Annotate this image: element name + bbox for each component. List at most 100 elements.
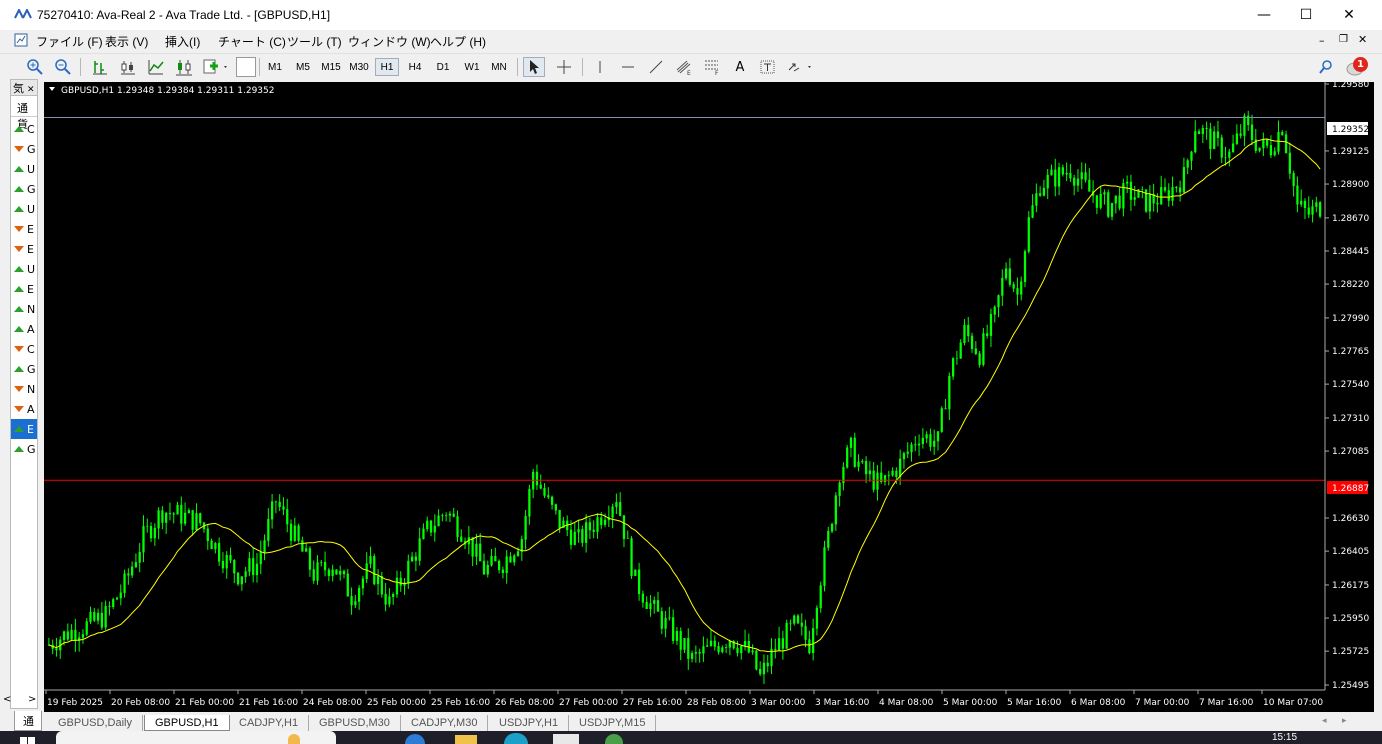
market-watch-item[interactable]: N (14, 379, 40, 399)
minimize-button[interactable]: — (1241, 0, 1287, 30)
market-watch-item[interactable]: G (14, 439, 40, 459)
vertical-line-icon[interactable] (589, 57, 611, 77)
arrows-dropdown-icon[interactable] (785, 57, 815, 77)
market-watch-title: 気 (13, 82, 24, 95)
time-tick-label: 25 Feb 00:00 (367, 698, 426, 708)
text-label-icon[interactable] (757, 57, 779, 77)
time-tick-label: 7 Mar 00:00 (1135, 698, 1190, 708)
market-watch-item[interactable]: E (11, 419, 37, 439)
timeframe-w1[interactable]: W1 (460, 58, 484, 76)
menu-tools[interactable]: ツール (T) (287, 33, 342, 50)
timeframe-m30[interactable]: M30 (346, 58, 372, 76)
market-watch-item[interactable]: U (14, 199, 40, 219)
menu-insert[interactable]: 挿入(I) (165, 33, 200, 50)
tab-usdjpy-h1[interactable]: USDJPY,H1 (489, 715, 570, 731)
autoscroll-icon[interactable] (173, 57, 195, 77)
timeframe-mn[interactable]: MN (487, 58, 511, 76)
toolbar-separator (582, 58, 583, 76)
timeframe-h1[interactable]: H1 (375, 58, 399, 76)
tab-cadjpy-h1[interactable]: CADJPY,H1 (229, 715, 310, 731)
market-watch-symbol: E (27, 242, 34, 256)
weather-icon[interactable] (288, 734, 300, 744)
cursor-icon[interactable] (523, 57, 545, 77)
bar-chart-icon[interactable] (89, 57, 111, 77)
timeframe-m1[interactable]: M1 (264, 58, 286, 76)
chart-tabs: GBPUSD,Daily GBPUSD,H1 CADJPY,H1 GBPUSD,… (44, 713, 1382, 731)
tab-gbpusd-h1[interactable]: GBPUSD,H1 (144, 715, 230, 731)
tab-gbpusd-daily[interactable]: GBPUSD,Daily (48, 715, 143, 731)
market-watch-symbol: N (27, 302, 36, 316)
chart-window-icon[interactable] (14, 33, 28, 47)
menu-help[interactable]: ヘルプ (H) (430, 33, 486, 50)
market-watch-symbol: E (27, 282, 34, 296)
notifications-icon[interactable]: 1 (1344, 56, 1370, 78)
indicators-dropdown-icon[interactable] (201, 57, 231, 77)
market-watch-item[interactable]: G (14, 139, 40, 159)
search-icon[interactable] (1315, 57, 1337, 77)
timeframe-d1[interactable]: D1 (432, 58, 454, 76)
arrow-up-icon (14, 186, 24, 192)
candlestick-icon[interactable] (117, 57, 139, 77)
zoom-out-icon[interactable] (52, 57, 74, 77)
tab-gbpusd-m30[interactable]: GBPUSD,M30 (309, 715, 401, 731)
template-box[interactable] (236, 57, 256, 77)
timeframe-m15[interactable]: M15 (318, 58, 344, 76)
time-tick-label: 7 Mar 16:00 (1199, 698, 1254, 708)
market-watch-item[interactable]: U (14, 259, 40, 279)
tabs-scroll-left-icon[interactable]: ◂ (1322, 716, 1327, 726)
price-chart[interactable]: 1.29580 1.29125 1.28900 1.28670 1.28445 1.282… (44, 82, 1374, 712)
equidistant-channel-icon[interactable]: E (673, 57, 695, 77)
market-watch-item[interactable]: A (14, 319, 40, 339)
market-watch-item[interactable]: G (14, 179, 40, 199)
scroll-left-icon[interactable]: < (3, 694, 11, 705)
market-watch-item[interactable]: E (14, 279, 40, 299)
child-close-icon[interactable]: ✕ (1358, 33, 1367, 46)
market-watch-item[interactable]: U (14, 159, 40, 179)
symbol-column-header: 通貨 (11, 97, 37, 131)
timeframe-h4[interactable]: H4 (404, 58, 426, 76)
market-watch-item[interactable]: C (14, 119, 40, 139)
browser-icon[interactable] (504, 733, 528, 744)
market-watch-item[interactable]: E (14, 239, 40, 259)
folder-icon[interactable] (455, 735, 477, 744)
trendline-icon[interactable] (645, 57, 667, 77)
market-watch-item[interactable]: C (14, 339, 40, 359)
market-watch-symbol: C (27, 342, 35, 356)
market-watch-tab[interactable]: 通 (14, 711, 42, 731)
menu-chart[interactable]: チャート (C) (218, 33, 286, 50)
timeframe-m5[interactable]: M5 (292, 58, 314, 76)
market-watch-symbol: U (27, 262, 36, 276)
menu-file[interactable]: ファイル (F) (36, 33, 103, 50)
crosshair-icon[interactable] (553, 57, 575, 77)
app-icon[interactable] (605, 734, 623, 744)
market-watch-item[interactable]: N (14, 299, 40, 319)
price-tick-label: 1.28670 (1332, 214, 1369, 224)
market-watch-item[interactable]: G (14, 359, 40, 379)
text-icon[interactable]: A (729, 57, 751, 77)
chart-window[interactable]: 1.29580 1.29125 1.28900 1.28670 1.28445 1.282… (44, 82, 1374, 712)
child-minimize-icon[interactable]: – (1319, 34, 1325, 47)
fibonacci-icon[interactable]: F (701, 57, 723, 77)
zoom-in-icon[interactable] (24, 57, 46, 77)
scroll-right-icon[interactable]: > (28, 694, 36, 705)
market-watch-item[interactable]: A (14, 399, 40, 419)
chart-header: GBPUSD,H1 1.29348 1.29384 1.29311 1.2935… (61, 86, 274, 96)
tabs-scroll-right-icon[interactable]: ▸ (1342, 716, 1347, 726)
child-restore-icon[interactable]: ❐ (1339, 34, 1348, 45)
line-chart-icon[interactable] (145, 57, 167, 77)
close-icon[interactable]: ✕ (27, 85, 35, 95)
horizontal-line-icon[interactable] (617, 57, 639, 77)
maximize-button[interactable]: ☐ (1283, 0, 1329, 30)
menu-window[interactable]: ウィンドウ (W) (348, 33, 431, 50)
market-watch-symbol: U (27, 202, 36, 216)
tab-usdjpy-m15[interactable]: USDJPY,M15 (569, 715, 657, 731)
arrow-down-icon (14, 226, 24, 232)
edge-icon[interactable] (405, 734, 425, 744)
market-watch-symbol: G (27, 442, 36, 456)
market-watch-item[interactable]: E (14, 219, 40, 239)
tab-cadjpy-m30[interactable]: CADJPY,M30 (401, 715, 489, 731)
app-window-icon[interactable] (553, 734, 579, 744)
menu-view[interactable]: 表示 (V) (105, 33, 148, 50)
start-icon[interactable] (20, 735, 36, 744)
close-button[interactable]: ✕ (1326, 0, 1372, 30)
